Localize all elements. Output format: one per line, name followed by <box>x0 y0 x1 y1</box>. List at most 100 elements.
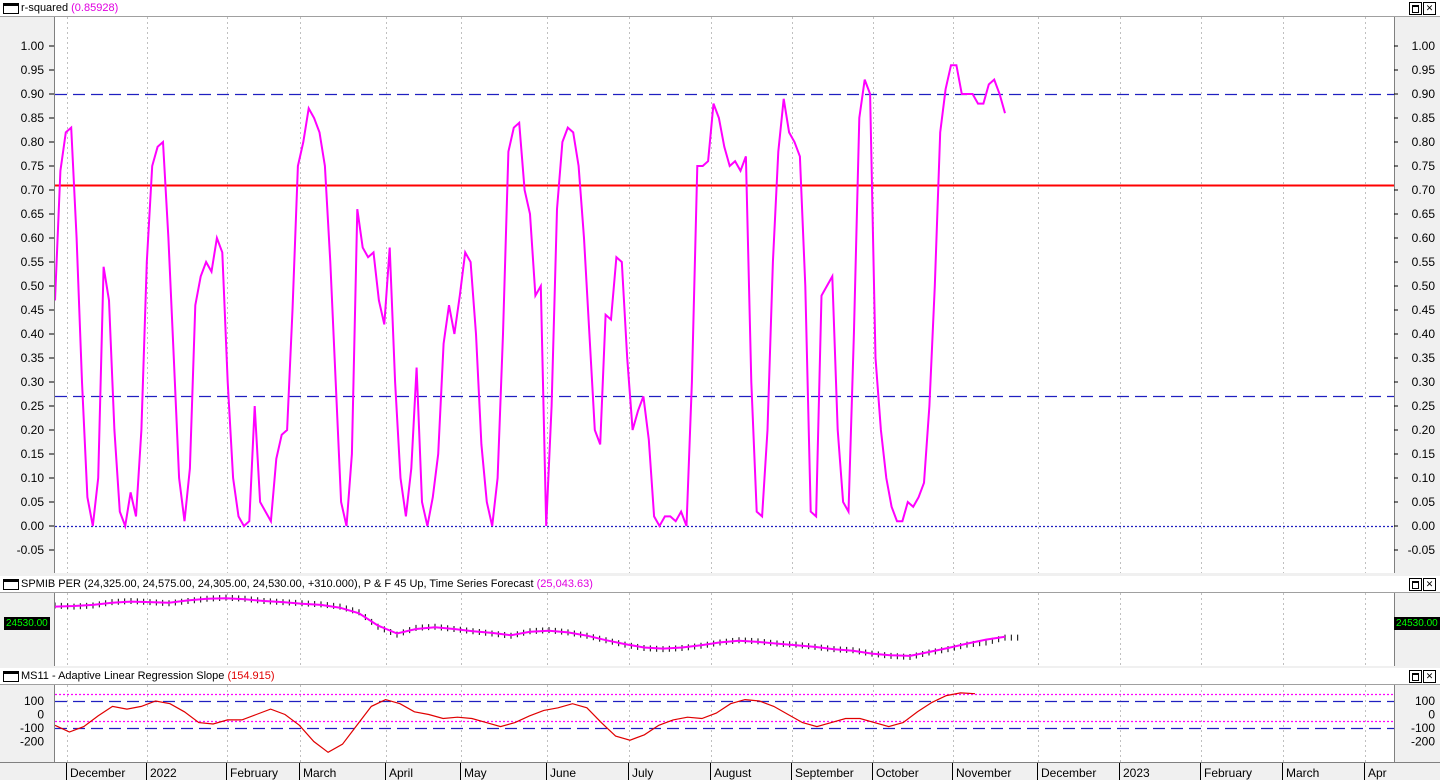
slope-pane: MS11 - Adaptive Linear Regression Slope … <box>0 668 1440 762</box>
y-tick-label-left: 0.20 <box>21 423 45 437</box>
y-tick-label-right: 100 <box>1415 694 1435 708</box>
date-label: July <box>632 766 653 780</box>
date-label: September <box>795 766 854 780</box>
y-tick-label-left: 0.25 <box>21 399 45 413</box>
date-label: March <box>303 766 336 780</box>
y-tick-label-left: 0.15 <box>21 447 45 461</box>
window-menu-icon[interactable] <box>3 579 19 590</box>
rsquared-series-line <box>55 64 1006 530</box>
y-tick-label-left: 0.75 <box>21 159 45 173</box>
forecast-value: (25,043.63) <box>536 578 593 590</box>
y-tick-label-left: 0.35 <box>21 351 45 365</box>
date-label: August <box>714 766 752 780</box>
y-tick-label-right: 0.60 <box>1412 231 1436 245</box>
rsquared-current-value: (0.85928) <box>71 2 119 14</box>
y-tick-label-right: 0.95 <box>1412 63 1436 77</box>
close-icon[interactable]: ✕ <box>1423 578 1436 591</box>
date-label: Apr <box>1368 766 1387 780</box>
slope-title: MS11 - Adaptive Linear Regression Slope … <box>21 670 275 682</box>
y-tick-label-left: -200 <box>20 735 44 749</box>
y-tick-label-left: 0.55 <box>21 255 45 269</box>
forecast-line <box>55 597 1006 657</box>
slope-plot[interactable] <box>54 685 1395 762</box>
y-tick-label-right: 0.40 <box>1412 327 1436 341</box>
y-tick-label-right: 0.30 <box>1412 375 1436 389</box>
y-tick-label-left: 0.05 <box>21 495 45 509</box>
y-tick-label-left: 0.00 <box>21 519 45 533</box>
y-tick-label-right: 0.85 <box>1412 111 1436 125</box>
date-axis: December 2022 February March April May June Jul… <box>0 762 1440 780</box>
y-tick-label-left: 0.10 <box>21 471 45 485</box>
y-tick-label-left: 0.65 <box>21 207 45 221</box>
price-titlebar: SPMIB PER (24,325.00, 24,575.00, 24,305.… <box>0 576 1440 593</box>
rsquared-left-axis: 1.00 0.95 0.90 0.85 0.80 0.75 0.70 0.65 0.60 0.55… <box>17 39 54 557</box>
date-label: December <box>70 766 125 780</box>
slope-current-value: (154.915) <box>227 670 275 682</box>
y-tick-label-left: 0.45 <box>21 303 45 317</box>
last-price-tag-left: 24530.00 <box>4 617 50 630</box>
last-price-tag-right: 24530.00 <box>1394 617 1440 630</box>
y-tick-label-left: 0.80 <box>21 135 45 149</box>
date-label: April <box>389 766 413 780</box>
y-tick-label-right: 0.90 <box>1412 87 1436 101</box>
y-tick-label-right: 0.05 <box>1412 495 1436 509</box>
price-ohlc: (24,325.00, 24,575.00, 24,305.00, 24,530… <box>83 578 358 590</box>
y-tick-label-right: 0.10 <box>1412 471 1436 485</box>
date-label: February <box>230 766 278 780</box>
y-tick-label-left: 0 <box>37 708 44 722</box>
date-label: March <box>1286 766 1319 780</box>
price-chart <box>55 593 1366 666</box>
y-tick-label-right: -100 <box>1411 721 1435 735</box>
y-tick-label-right: 0.70 <box>1412 183 1436 197</box>
slope-titlebar: MS11 - Adaptive Linear Regression Slope … <box>0 668 1440 685</box>
date-label: May <box>464 766 487 780</box>
slope-left-axis: 1000-100-200 <box>20 694 44 749</box>
slope-right-axis: 1000-100-200 <box>1411 694 1435 749</box>
y-tick-label-left: 0.30 <box>21 375 45 389</box>
y-tick-label-right: 0.35 <box>1412 351 1436 365</box>
y-tick-label-right: 0 <box>1428 708 1435 722</box>
date-label: 2023 <box>1123 766 1150 780</box>
y-tick-label-right: -200 <box>1411 735 1435 749</box>
price-pane: SPMIB PER (24,325.00, 24,575.00, 24,305.… <box>0 576 1440 667</box>
y-tick-label-right: 1.00 <box>1412 39 1436 53</box>
rsquared-chart <box>55 17 1394 573</box>
y-tick-label-left: -0.05 <box>17 543 45 557</box>
y-tick-label-right: 0.20 <box>1412 423 1436 437</box>
y-tick-label-right: 0.55 <box>1412 255 1436 269</box>
y-tick-label-right: 0.25 <box>1412 399 1436 413</box>
date-label: November <box>956 766 1011 780</box>
y-tick-label-right: 0.65 <box>1412 207 1436 221</box>
y-tick-label-right: 0.80 <box>1412 135 1436 149</box>
slope-chart <box>55 685 1394 762</box>
y-tick-label-right: 0.15 <box>1412 447 1436 461</box>
rsquared-right-axis: 1.00 0.95 0.90 0.85 0.80 0.75 0.70 0.65 0.60 0.55… <box>1394 39 1436 557</box>
date-label: February <box>1204 766 1252 780</box>
y-tick-label-right: 0.45 <box>1412 303 1436 317</box>
rsquared-pane: r-squared (0.85928) ✕ 1.00 0.95 0.90 0.85 0.… <box>0 0 1440 575</box>
price-indicator-label: , P & F 45 Up, Time Series Forecast <box>357 578 534 590</box>
y-tick-label-left: -100 <box>20 721 44 735</box>
y-tick-label-right: -0.05 <box>1408 543 1436 557</box>
maximize-icon[interactable] <box>1409 578 1422 591</box>
y-tick-label-left: 100 <box>24 694 44 708</box>
y-tick-label-left: 0.70 <box>21 183 45 197</box>
y-tick-label-left: 0.95 <box>21 63 45 77</box>
date-label: 2022 <box>150 766 177 780</box>
y-tick-label-left: 0.50 <box>21 279 45 293</box>
rsquared-plot[interactable] <box>54 17 1395 573</box>
date-label: December <box>1041 766 1096 780</box>
date-label: June <box>550 766 576 780</box>
price-plot[interactable] <box>54 593 1395 666</box>
rsquared-titlebar: r-squared (0.85928) ✕ <box>0 0 1440 17</box>
y-tick-label-right: 0.50 <box>1412 279 1436 293</box>
y-tick-label-left: 0.40 <box>21 327 45 341</box>
date-axis-labels: December 2022 February March April May June Jul… <box>66 763 1387 780</box>
y-tick-label-right: 0.75 <box>1412 159 1436 173</box>
y-tick-label-right: 0.00 <box>1412 519 1436 533</box>
date-label: October <box>876 766 919 780</box>
y-tick-label-left: 1.00 <box>21 39 45 53</box>
price-title: SPMIB PER (24,325.00, 24,575.00, 24,305.… <box>21 578 593 590</box>
y-tick-label-left: 0.85 <box>21 111 45 125</box>
y-tick-label-left: 0.60 <box>21 231 45 245</box>
